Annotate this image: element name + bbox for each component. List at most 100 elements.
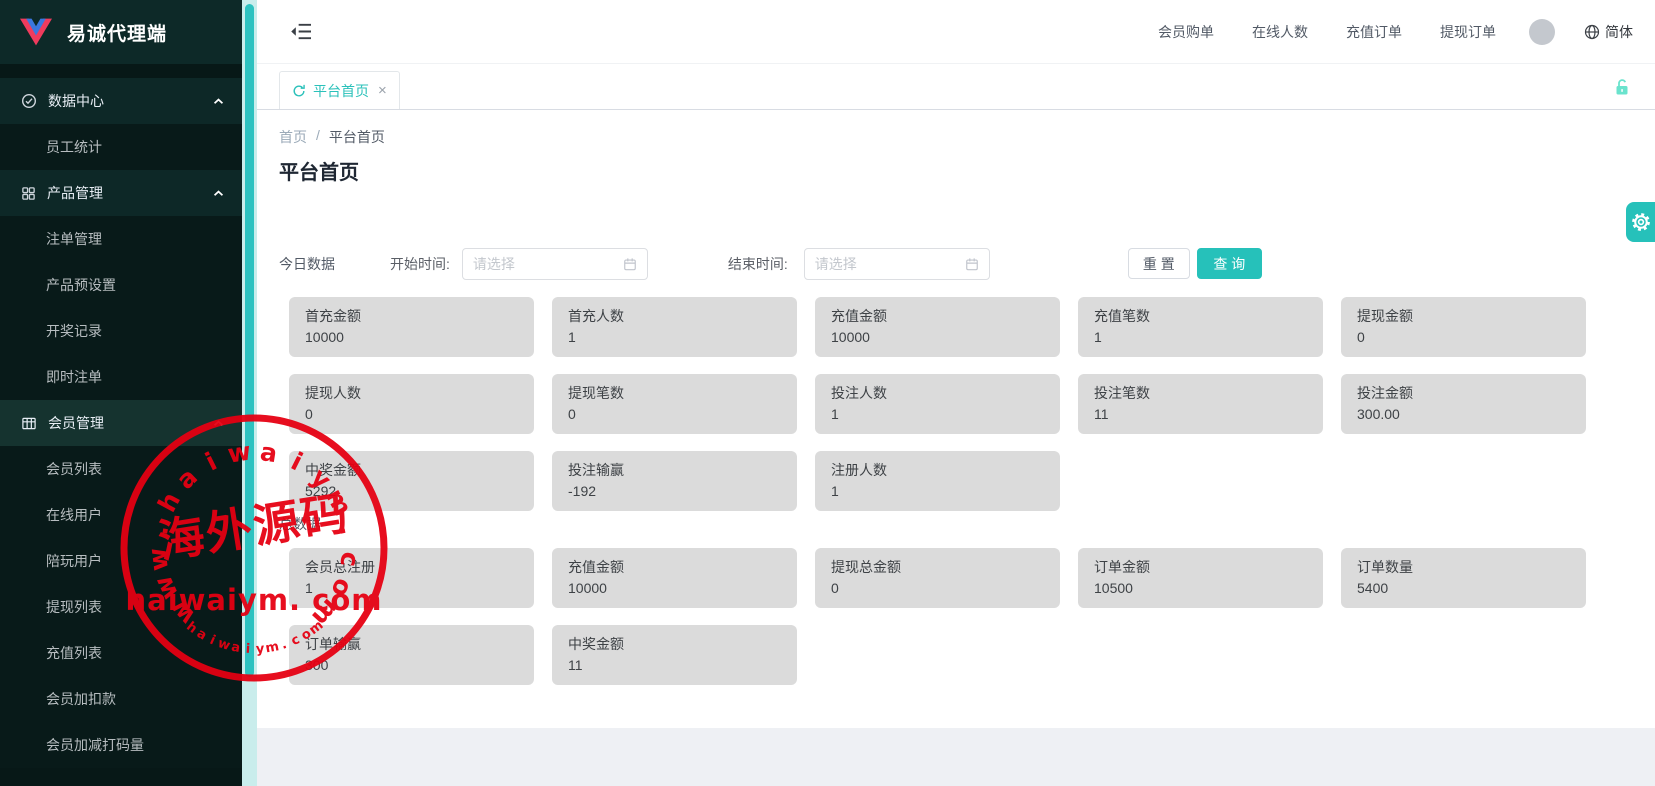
stat-card: 充值金额10000 bbox=[552, 548, 797, 608]
stat-card: 订单输赢300 bbox=[289, 625, 534, 685]
query-button[interactable]: 查 询 bbox=[1197, 248, 1262, 279]
unlock-icon[interactable] bbox=[1614, 78, 1630, 96]
table-icon bbox=[21, 416, 37, 431]
stat-label: 订单金额 bbox=[1094, 556, 1307, 578]
calendar-icon bbox=[965, 257, 979, 271]
stat-card: 提现笔数0 bbox=[552, 374, 797, 434]
close-icon[interactable]: × bbox=[378, 82, 387, 99]
logo-icon bbox=[18, 16, 54, 48]
sidebar-item[interactable]: 注单管理 bbox=[0, 216, 242, 262]
reset-button[interactable]: 重 置 bbox=[1128, 248, 1190, 279]
total-data-label: 总数据 bbox=[279, 514, 321, 534]
start-time-label: 开始时间: bbox=[390, 254, 450, 274]
globe-icon bbox=[1584, 24, 1600, 40]
sidebar-item[interactable]: 即时注单 bbox=[0, 354, 242, 400]
avatar[interactable] bbox=[1529, 19, 1555, 45]
stat-value: -192 bbox=[568, 481, 781, 501]
total-stats-grid: 会员总注册1充值金额10000提现总金额0订单金额10500订单数量5400订单… bbox=[289, 548, 1586, 685]
start-date-input[interactable] bbox=[462, 248, 648, 280]
settings-gear-button[interactable] bbox=[1626, 202, 1655, 242]
stat-label: 充值金额 bbox=[568, 556, 781, 578]
calendar-icon bbox=[623, 257, 637, 271]
stat-card: 中奖金额11 bbox=[552, 625, 797, 685]
stat-value: 5292 bbox=[305, 481, 518, 501]
nav-item[interactable]: 会员购单 bbox=[1158, 22, 1214, 42]
stat-value: 10500 bbox=[1094, 578, 1307, 598]
sidebar-group-0[interactable]: 数据中心 bbox=[0, 78, 242, 124]
grid-icon bbox=[21, 186, 36, 201]
app-title: 易诚代理端 bbox=[67, 19, 167, 46]
sidebar-item[interactable]: 开奖记录 bbox=[0, 308, 242, 354]
sidebar-group-label: 数据中心 bbox=[48, 91, 104, 111]
sidebar-item[interactable]: 陪玩用户 bbox=[0, 538, 242, 584]
nav-item[interactable]: 充值订单 bbox=[1346, 22, 1402, 42]
stat-value: 11 bbox=[568, 655, 781, 675]
chevron-up-icon bbox=[213, 190, 224, 197]
end-date-input[interactable] bbox=[804, 248, 990, 280]
sidebar-item[interactable]: 充值列表 bbox=[0, 630, 242, 676]
nav-item[interactable]: 提现订单 bbox=[1440, 22, 1496, 42]
breadcrumb-home[interactable]: 首页 bbox=[279, 127, 307, 147]
stat-value: 1 bbox=[831, 481, 1044, 501]
chevron-up-icon bbox=[213, 98, 224, 105]
stat-value: 5400 bbox=[1357, 578, 1570, 598]
stat-card: 首充金额10000 bbox=[289, 297, 534, 357]
sidebar-group-label: 产品管理 bbox=[47, 183, 103, 203]
stat-label: 会员总注册 bbox=[305, 556, 518, 578]
stat-value: 0 bbox=[1357, 327, 1570, 347]
stat-label: 注册人数 bbox=[831, 459, 1044, 481]
sidebar-menu: 数据中心员工统计产品管理注单管理产品预设置开奖记录即时注单会员管理会员列表在线用… bbox=[0, 78, 242, 768]
stat-card: 充值金额10000 bbox=[815, 297, 1060, 357]
scrollbar-thumb[interactable] bbox=[245, 4, 254, 677]
stat-value: 1 bbox=[1094, 327, 1307, 347]
stat-label: 首充金额 bbox=[305, 305, 518, 327]
start-date-field[interactable] bbox=[473, 256, 617, 272]
stat-card: 投注金额300.00 bbox=[1341, 374, 1586, 434]
sidebar-item[interactable]: 员工统计 bbox=[0, 124, 242, 170]
gear-icon bbox=[1630, 211, 1652, 233]
stat-label: 投注笔数 bbox=[1094, 382, 1307, 404]
language-switcher[interactable]: 简体 bbox=[1584, 22, 1633, 42]
collapse-sidebar-icon[interactable] bbox=[290, 22, 313, 41]
sidebar-scrollbar[interactable] bbox=[242, 0, 257, 786]
end-time-label: 结束时间: bbox=[728, 254, 788, 274]
tab-label: 平台首页 bbox=[313, 81, 369, 101]
sidebar-group-2[interactable]: 会员管理 bbox=[0, 400, 242, 446]
logo: 易诚代理端 bbox=[0, 0, 242, 64]
stat-card: 会员总注册1 bbox=[289, 548, 534, 608]
stat-label: 订单数量 bbox=[1357, 556, 1570, 578]
stat-value: 11 bbox=[1094, 404, 1307, 424]
stat-value: 1 bbox=[568, 327, 781, 347]
stat-card: 投注人数1 bbox=[815, 374, 1060, 434]
stat-label: 提现人数 bbox=[305, 382, 518, 404]
stat-card: 订单数量5400 bbox=[1341, 548, 1586, 608]
sidebar-item[interactable]: 会员加减打码量 bbox=[0, 722, 242, 768]
stat-label: 投注人数 bbox=[831, 382, 1044, 404]
stat-label: 首充人数 bbox=[568, 305, 781, 327]
sidebar-item[interactable]: 会员列表 bbox=[0, 446, 242, 492]
chevron-up-icon bbox=[213, 420, 224, 427]
sidebar-item[interactable]: 提现列表 bbox=[0, 584, 242, 630]
tab-platform-home[interactable]: 平台首页 × bbox=[279, 71, 400, 109]
end-date-field[interactable] bbox=[815, 256, 959, 272]
stat-card: 提现总金额0 bbox=[815, 548, 1060, 608]
refresh-icon[interactable] bbox=[292, 84, 306, 98]
stat-value: 10000 bbox=[831, 327, 1044, 347]
today-data-label: 今日数据 bbox=[279, 254, 335, 274]
sidebar-group-1[interactable]: 产品管理 bbox=[0, 170, 242, 216]
stat-label: 中奖金额 bbox=[305, 459, 518, 481]
stat-value: 10000 bbox=[305, 327, 518, 347]
stat-value: 1 bbox=[305, 578, 518, 598]
sidebar-item[interactable]: 在线用户 bbox=[0, 492, 242, 538]
sidebar-item[interactable]: 产品预设置 bbox=[0, 262, 242, 308]
stat-value: 0 bbox=[568, 404, 781, 424]
stat-label: 提现总金额 bbox=[831, 556, 1044, 578]
nav-item[interactable]: 在线人数 bbox=[1252, 22, 1308, 42]
page-title: 平台首页 bbox=[279, 156, 359, 185]
sidebar-item[interactable]: 会员加扣款 bbox=[0, 676, 242, 722]
stat-card: 订单金额10500 bbox=[1078, 548, 1323, 608]
stat-card: 充值笔数1 bbox=[1078, 297, 1323, 357]
stat-label: 中奖金额 bbox=[568, 633, 781, 655]
page-content: 首页 / 平台首页 平台首页 今日数据 开始时间: 结束时间: 重 置 查 询 bbox=[257, 110, 1655, 728]
filter-row: 今日数据 开始时间: 结束时间: 重 置 查 询 bbox=[279, 247, 1262, 280]
